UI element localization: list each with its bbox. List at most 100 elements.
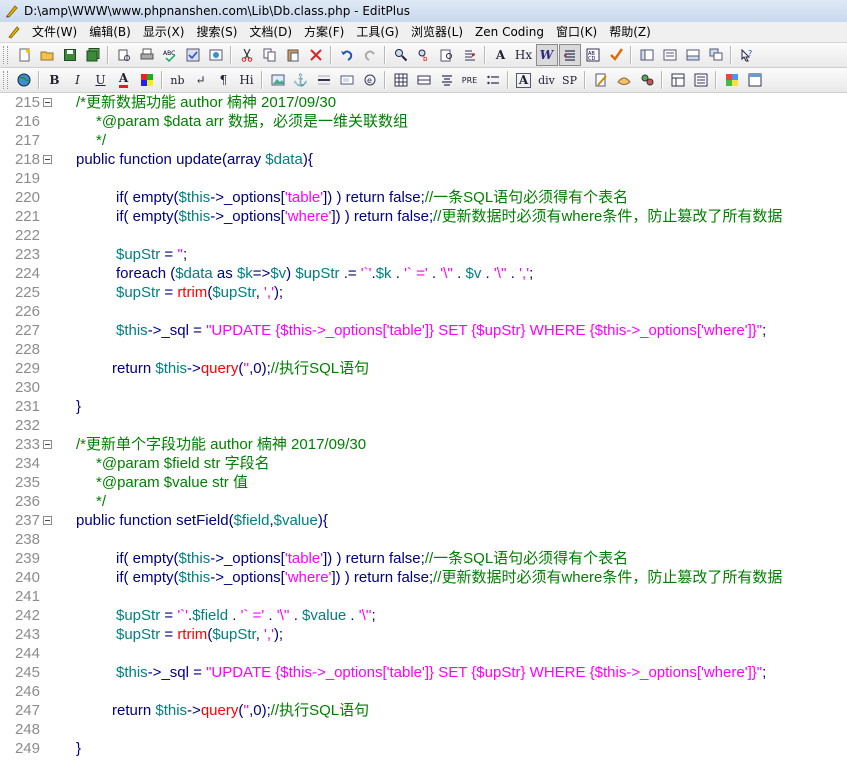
fold-toggle-icon[interactable]	[43, 155, 52, 164]
code-line[interactable]: 238	[0, 530, 847, 549]
menu-item[interactable]: 窗口(K)	[550, 22, 603, 42]
form-icon[interactable]	[336, 69, 358, 91]
code-editor[interactable]: 215 /*更新数据功能 author 楠神 2017/09/30 216 *@par…	[0, 93, 847, 764]
code-line[interactable]: 246	[0, 682, 847, 701]
code-line[interactable]: 227 $this->_sql = "UPDATE {$this->_option…	[0, 321, 847, 340]
menu-item[interactable]: 帮助(Z)	[603, 22, 657, 42]
code-line[interactable]: 239 if( empty($this->_options['table']) )…	[0, 549, 847, 568]
center-icon[interactable]	[436, 69, 458, 91]
print-icon[interactable]	[136, 44, 158, 66]
menu-item[interactable]: 编辑(B)	[83, 22, 137, 42]
fold-toggle-icon[interactable]	[43, 516, 52, 525]
horizontal-rule-icon[interactable]	[313, 69, 335, 91]
spell-check-icon[interactable]: ABC	[159, 44, 181, 66]
code-line[interactable]: 232	[0, 416, 847, 435]
menu-item[interactable]: 搜索(S)	[190, 22, 243, 42]
code-line[interactable]: 225 $upStr = rtrim($upStr, ',');	[0, 283, 847, 302]
save-icon[interactable]	[59, 44, 81, 66]
menu-item[interactable]: Zen Coding	[469, 22, 550, 42]
code-line[interactable]: 218 public function update(array $data){	[0, 150, 847, 169]
code-line[interactable]: 241	[0, 587, 847, 606]
browser-preview-icon[interactable]	[205, 44, 227, 66]
code-line[interactable]: 223 $upStr = '';	[0, 245, 847, 264]
help-icon[interactable]: ?	[736, 44, 758, 66]
code-line[interactable]: 224 foreach ($data as $k=>$v) $upStr .= '…	[0, 264, 847, 283]
menu-item[interactable]: 文档(D)	[243, 22, 298, 42]
code-line[interactable]: 244	[0, 644, 847, 663]
document-menu-icon[interactable]	[6, 24, 22, 40]
code-line[interactable]: 243 $upStr = rtrim($upStr, ',');	[0, 625, 847, 644]
code-line[interactable]: 248	[0, 720, 847, 739]
code-line[interactable]: 219	[0, 169, 847, 188]
print-preview-icon[interactable]	[113, 44, 135, 66]
paragraph-icon[interactable]: ¶	[213, 69, 235, 91]
pre-icon[interactable]: PRE	[459, 69, 481, 91]
undo-icon[interactable]	[336, 44, 358, 66]
font-size-icon[interactable]: A	[490, 44, 512, 66]
replace-icon[interactable]: b	[413, 44, 435, 66]
open-folder-icon[interactable]	[36, 44, 58, 66]
code-line[interactable]: 249}	[0, 739, 847, 758]
nbsp-icon[interactable]: nb	[167, 69, 189, 91]
heading-icon[interactable]: Hi	[236, 69, 258, 91]
line-number-icon[interactable]	[558, 44, 581, 66]
code-line[interactable]: 235 *@param $value str 值	[0, 473, 847, 492]
check-icon[interactable]	[182, 44, 204, 66]
span-icon[interactable]: SP	[559, 69, 581, 91]
dialog-icon[interactable]	[744, 69, 766, 91]
script-icon[interactable]	[636, 69, 658, 91]
menu-item[interactable]: 文件(W)	[26, 22, 83, 42]
directory-window-icon[interactable]	[636, 44, 658, 66]
menu-item[interactable]: 显示(X)	[137, 22, 191, 42]
underline-icon[interactable]: U	[90, 69, 112, 91]
font-tag-icon[interactable]: A	[513, 69, 535, 91]
cut-icon[interactable]	[236, 44, 258, 66]
window-list-icon[interactable]	[705, 44, 727, 66]
code-line[interactable]: 240 if( empty($this->_options['where']) )…	[0, 568, 847, 587]
delete-icon[interactable]	[305, 44, 327, 66]
color-picker-icon[interactable]	[136, 69, 158, 91]
image-icon[interactable]	[267, 69, 289, 91]
code-line[interactable]: 216 *@param $data arr 数据，必须是一维关联数组	[0, 112, 847, 131]
code-line[interactable]: 220 if( empty($this->_options['table']) )…	[0, 188, 847, 207]
code-line[interactable]: 215 /*更新数据功能 author 楠神 2017/09/30	[0, 93, 847, 112]
line-break-icon[interactable]: ↵	[190, 69, 212, 91]
css-property-icon[interactable]	[613, 69, 635, 91]
clip-library-icon[interactable]	[659, 44, 681, 66]
find-icon[interactable]	[390, 44, 412, 66]
code-line[interactable]: 226	[0, 302, 847, 321]
save-all-icon[interactable]	[82, 44, 104, 66]
toolbar-grip[interactable]	[3, 46, 8, 64]
code-line[interactable]: 228	[0, 340, 847, 359]
redo-icon[interactable]	[359, 44, 381, 66]
code-line[interactable]: 237 public function setField($field,$valu…	[0, 511, 847, 530]
new-file-icon[interactable]	[13, 44, 35, 66]
code-line[interactable]: 233 /*更新单个字段功能 author 楠神 2017/09/30	[0, 435, 847, 454]
copy-icon[interactable]	[259, 44, 281, 66]
code-line[interactable]: 242 $upStr = '`'.$field . '` =' . '\'' . …	[0, 606, 847, 625]
code-line[interactable]: 245 $this->_sql = "UPDATE {$this->_option…	[0, 663, 847, 682]
table-icon[interactable]	[390, 69, 412, 91]
code-line[interactable]: 217 */	[0, 131, 847, 150]
font-color-icon[interactable]: A	[113, 69, 135, 91]
code-line[interactable]: 221 if( empty($this->_options['where']) )…	[0, 207, 847, 226]
paste-icon[interactable]	[282, 44, 304, 66]
italic-icon[interactable]: I	[67, 69, 89, 91]
code-line[interactable]: 234 *@param $field str 字段名	[0, 454, 847, 473]
html-menu-icon[interactable]	[690, 69, 712, 91]
toolbar-grip[interactable]	[3, 71, 8, 89]
word-wrap-icon[interactable]: W	[535, 44, 558, 66]
menu-item[interactable]: 工具(G)	[350, 22, 405, 42]
code-line[interactable]: 231}	[0, 397, 847, 416]
anchor-icon[interactable]: ⚓	[290, 69, 312, 91]
div-icon[interactable]: div	[536, 69, 558, 91]
browser-icon[interactable]	[13, 69, 35, 91]
table-row-icon[interactable]	[413, 69, 435, 91]
menu-item[interactable]: 方案(F)	[298, 22, 350, 42]
code-line[interactable]: 222	[0, 226, 847, 245]
menu-item[interactable]: 浏览器(L)	[405, 22, 469, 42]
code-line[interactable]: 229 return $this->query('',0);//执行SQL语句	[0, 359, 847, 378]
fold-toggle-icon[interactable]	[43, 440, 52, 449]
code-line[interactable]: 230	[0, 378, 847, 397]
output-window-icon[interactable]	[682, 44, 704, 66]
